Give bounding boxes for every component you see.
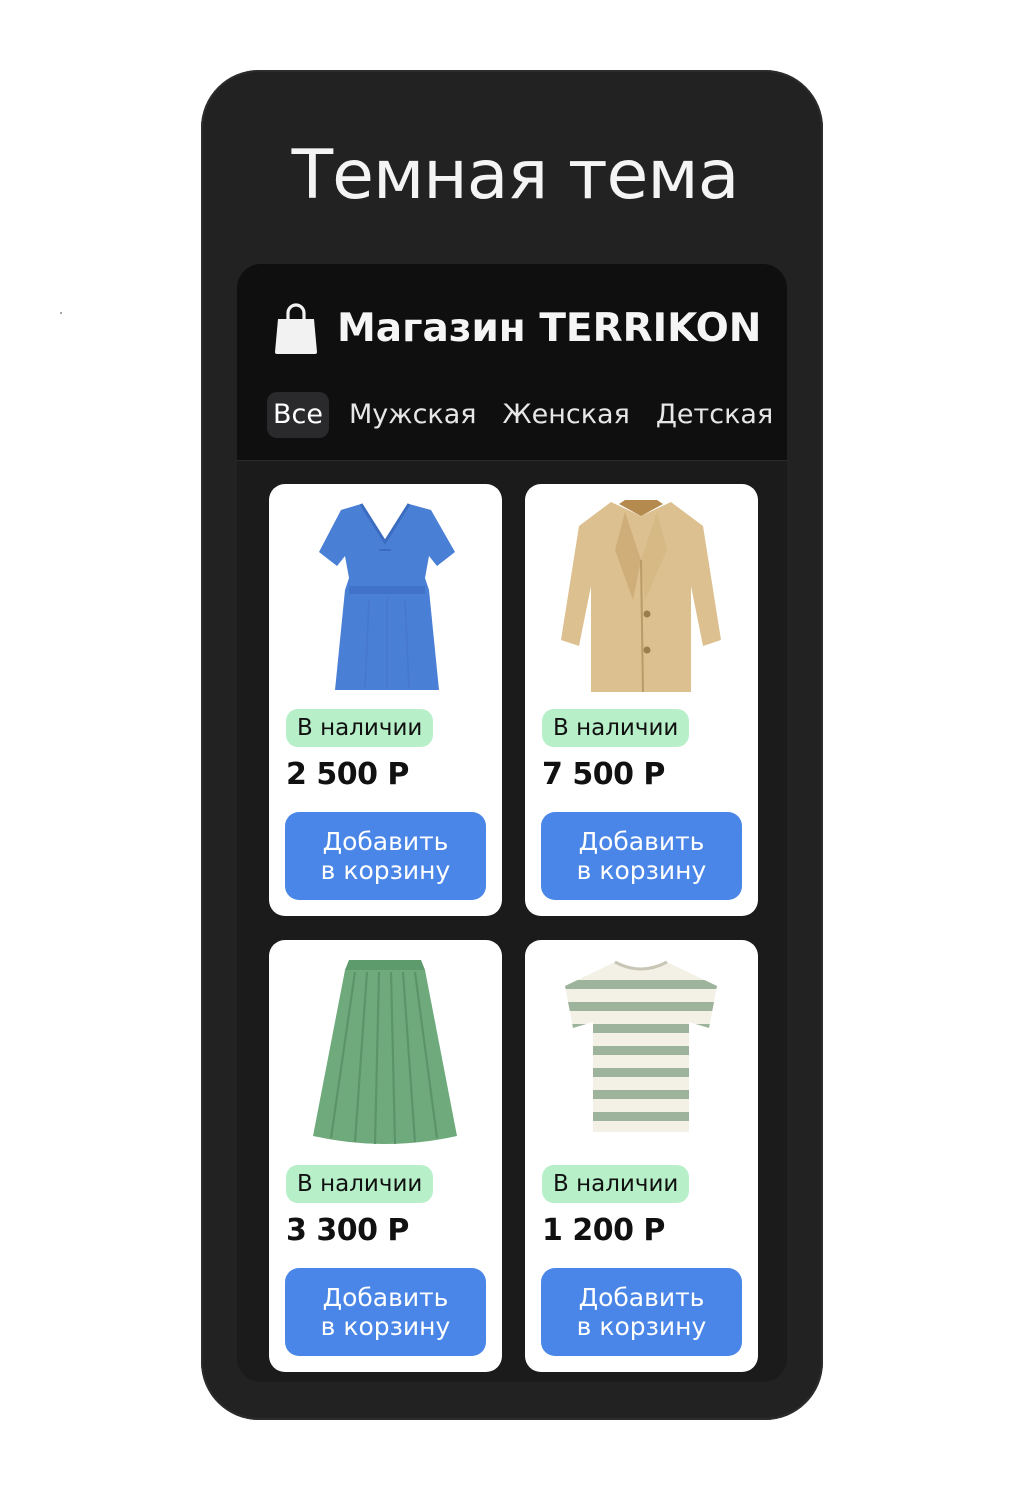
tab-women[interactable]: Женская: [497, 392, 636, 438]
app-screen: Магазин TERRIKON Все Мужская Женская Детска…: [237, 264, 787, 1382]
shopping-bag-icon: [275, 303, 317, 354]
product-card[interactable]: В наличии 3 300 Р Добавить в корзину: [269, 940, 502, 1372]
button-label-line1: Добавить: [578, 1283, 705, 1312]
phone-mockup: Темная тема Магазин TERRIKON Все Мужская Ж…: [201, 70, 823, 1420]
page-title: Темная тема: [291, 136, 740, 215]
stock-status-badge: В наличии: [286, 1165, 434, 1203]
button-label-line2: в корзину: [320, 856, 451, 885]
store-header: Магазин TERRIKON: [273, 298, 761, 358]
stock-status-badge: В наличии: [286, 709, 434, 747]
button-label-line1: Добавить: [578, 827, 705, 856]
striped-tshirt-image: [565, 960, 717, 1132]
button-label-line2: в корзину: [576, 856, 707, 885]
button-label-line2: в корзину: [576, 1312, 707, 1341]
tab-men[interactable]: Мужская: [343, 392, 483, 438]
button-label-line2: в корзину: [320, 1312, 451, 1341]
green-skirt-image: [313, 960, 457, 1145]
stock-status-badge: В наличии: [542, 1165, 690, 1203]
store-name: Магазин TERRIKON: [337, 305, 762, 351]
product-card[interactable]: В наличии 7 500 Р Добавить в корзину: [525, 484, 758, 916]
product-price: 3 300 Р: [286, 1213, 409, 1248]
product-price: 7 500 Р: [542, 757, 665, 792]
add-to-cart-button[interactable]: Добавить в корзину: [285, 812, 486, 900]
beige-coat-image: [561, 500, 721, 693]
canvas: Темная тема Магазин TERRIKON Все Мужская Ж…: [0, 0, 1020, 1500]
stray-dot: [60, 312, 62, 314]
button-label-line1: Добавить: [322, 1283, 449, 1312]
add-to-cart-button[interactable]: Добавить в корзину: [285, 1268, 486, 1356]
product-price: 1 200 Р: [542, 1213, 665, 1248]
product-price: 2 500 Р: [286, 757, 409, 792]
blue-dress-image: [319, 503, 455, 690]
category-tabs: Все Мужская Женская Детская: [267, 392, 787, 438]
stock-status-badge: В наличии: [542, 709, 690, 747]
product-card[interactable]: В наличии 2 500 Р Добавить в корзину: [269, 484, 502, 916]
add-to-cart-button[interactable]: Добавить в корзину: [541, 812, 742, 900]
app-header: Магазин TERRIKON Все Мужская Женская Детска…: [237, 264, 787, 461]
product-card[interactable]: В наличии 1 200 Р Добавить в корзину: [525, 940, 758, 1372]
button-label-line1: Добавить: [322, 827, 449, 856]
tab-kids[interactable]: Детская: [650, 392, 779, 438]
add-to-cart-button[interactable]: Добавить в корзину: [541, 1268, 742, 1356]
tab-all[interactable]: Все: [267, 392, 329, 438]
